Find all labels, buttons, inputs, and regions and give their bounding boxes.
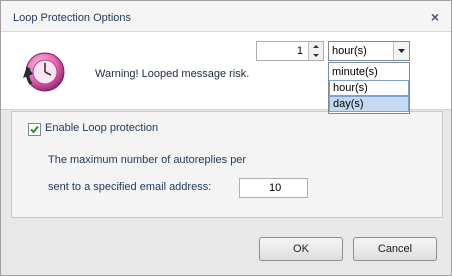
per-email-count-value: 10: [269, 182, 282, 194]
close-icon[interactable]: ×: [425, 7, 445, 27]
enable-loop-protection-checkbox[interactable]: [28, 123, 41, 136]
period-dropdown-button[interactable]: [393, 42, 409, 60]
period-option-days[interactable]: day(s): [329, 96, 409, 112]
enable-loop-protection-label[interactable]: Enable Loop protection: [45, 122, 158, 134]
cancel-button[interactable]: Cancel: [353, 237, 437, 261]
period-select[interactable]: hour(s): [328, 41, 410, 61]
stepper-buttons: [308, 42, 323, 60]
loop-warning-icon: [19, 48, 67, 96]
per-email-count-input[interactable]: 10: [239, 178, 308, 198]
max-autoreplies-value: 1: [296, 45, 303, 57]
period-option-hours[interactable]: hour(s): [329, 80, 409, 96]
window-title: Loop Protection Options: [13, 12, 132, 24]
title-bar[interactable]: Loop Protection Options ×: [1, 1, 451, 32]
warning-text: Warning! Looped message risk.: [95, 68, 250, 80]
loop-protection-group: Enable Loop protection The maximum numbe…: [11, 111, 443, 218]
period-dropdown-list: minute(s) hour(s) day(s): [328, 62, 410, 114]
period-option-minutes[interactable]: minute(s): [329, 64, 409, 80]
period-selected-value: hour(s): [332, 45, 367, 57]
stepper-down-button[interactable]: [309, 51, 323, 60]
arrow-up-icon: [313, 45, 319, 48]
max-autoreplies-label: The maximum number of autoreplies per: [48, 154, 247, 166]
loop-protection-dialog: Loop Protection Options × Warning! Loope…: [0, 0, 452, 276]
per-email-label: sent to a specified email address:: [48, 181, 212, 193]
chevron-down-icon: [398, 49, 405, 53]
arrow-down-icon: [313, 54, 319, 57]
ok-button[interactable]: OK: [259, 237, 343, 261]
checkmark-icon: [30, 125, 39, 134]
max-autoreplies-stepper[interactable]: 1: [256, 41, 324, 61]
